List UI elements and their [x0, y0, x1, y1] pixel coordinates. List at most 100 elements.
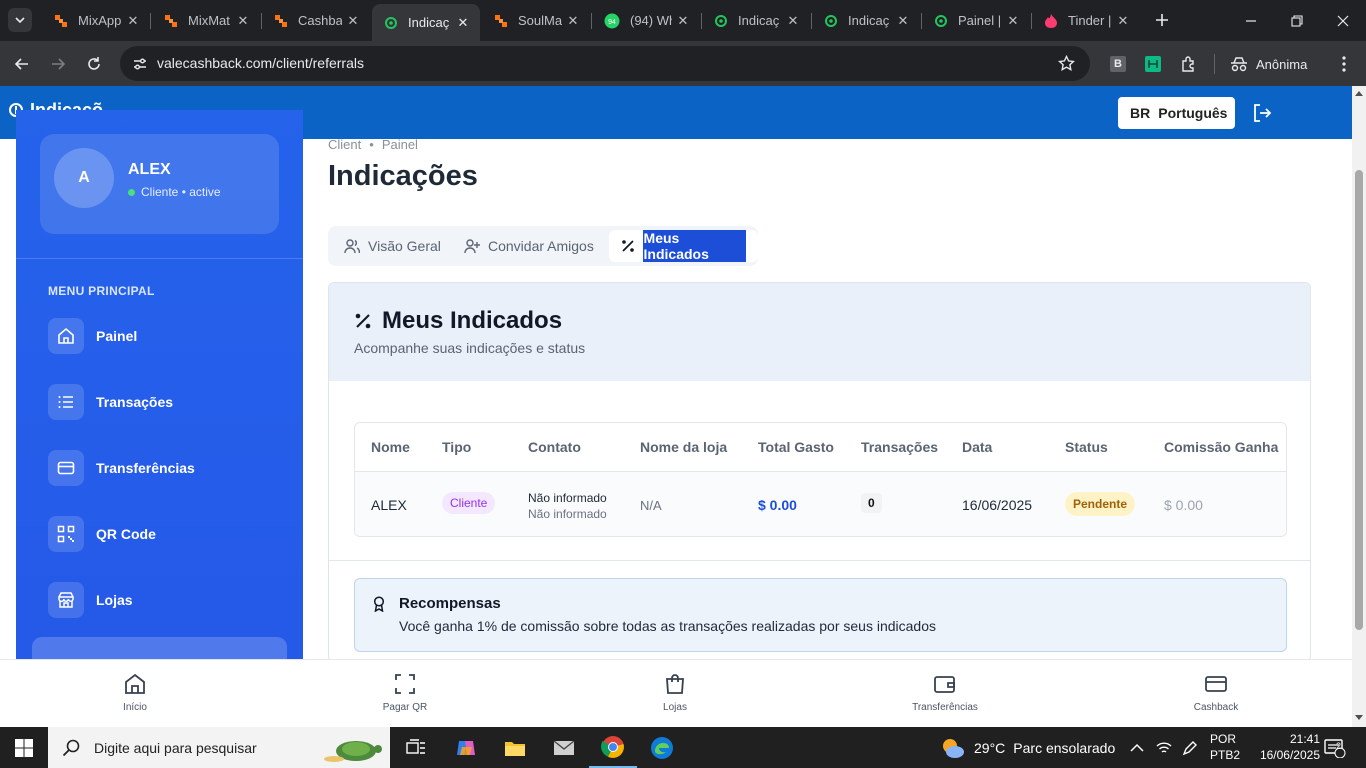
- mail-button[interactable]: [540, 727, 588, 768]
- tab-close-icon[interactable]: ✕: [452, 15, 474, 31]
- scrollbar-thumb[interactable]: [1355, 170, 1363, 630]
- tray-chevron-button[interactable]: [1130, 727, 1144, 768]
- sidebar-item-transacoes[interactable]: Transações: [48, 382, 288, 422]
- tab-title: Indicaç: [848, 13, 890, 28]
- tab-close-icon[interactable]: ✕: [122, 13, 144, 29]
- browser-menu-button[interactable]: [1332, 52, 1356, 76]
- task-view-button[interactable]: [392, 727, 440, 768]
- sidebar: A ALEX Cliente • active MENU PRINCIPAL P…: [16, 110, 303, 659]
- page-title: Indicações: [328, 160, 478, 192]
- rewards-text: Você ganha 1% de comissão sobre todas as…: [399, 618, 936, 634]
- whatsapp-badge: 94: [608, 19, 616, 26]
- page-scrollbar[interactable]: [1352, 86, 1366, 727]
- back-button[interactable]: [10, 52, 34, 76]
- sidebar-item-transferencias[interactable]: Transferências: [48, 448, 288, 488]
- edge-button[interactable]: [638, 727, 686, 768]
- extension-green-button[interactable]: [1141, 52, 1165, 76]
- reload-button[interactable]: [82, 52, 106, 76]
- restore-button[interactable]: [1274, 0, 1320, 41]
- folder-icon: [505, 741, 525, 756]
- browser-tab-2[interactable]: Cashba ✕: [262, 6, 370, 35]
- tab-meus-indicados[interactable]: Meus Indicados: [609, 230, 758, 262]
- pen-button[interactable]: [1182, 727, 1198, 768]
- browser-tab-7[interactable]: Indicaç ✕: [812, 6, 920, 35]
- tab-visao-geral[interactable]: Visão Geral: [332, 230, 453, 262]
- weather-widget[interactable]: 29°C Parc ensolarado: [940, 727, 1115, 768]
- globe-green-icon: [384, 16, 398, 30]
- tab-search-button[interactable]: [8, 8, 32, 32]
- sidebar-item-lojas[interactable]: Lojas: [48, 580, 288, 620]
- breadcrumb: Client • Painel: [328, 137, 418, 152]
- bottom-nav-label: Transferências: [912, 702, 978, 713]
- tab-close-icon[interactable]: ✕: [782, 13, 804, 29]
- bottom-nav-inicio[interactable]: Início: [85, 672, 185, 713]
- tab-title: Indicaç: [738, 13, 780, 28]
- tab-close-icon[interactable]: ✕: [1002, 13, 1024, 29]
- tab-close-icon[interactable]: ✕: [232, 13, 254, 29]
- mixapp-icon: [164, 14, 178, 28]
- file-explorer-button[interactable]: [491, 727, 539, 768]
- browser-tab-1[interactable]: MixMat ✕: [152, 6, 260, 35]
- status-badge: Pendente: [1065, 492, 1136, 516]
- scroll-down-icon[interactable]: [1355, 715, 1363, 721]
- taskbar-search[interactable]: Digite aqui para pesquisar: [48, 727, 390, 768]
- breadcrumb-painel[interactable]: Painel: [382, 137, 418, 152]
- extensions-button[interactable]: [1177, 52, 1201, 76]
- sidebar-item-qr-code[interactable]: QR Code: [48, 514, 288, 554]
- browser-tab-4[interactable]: SoulMa ✕: [482, 6, 590, 35]
- network-button[interactable]: [1156, 727, 1172, 768]
- tab-convidar-amigos[interactable]: Convidar Amigos: [452, 230, 606, 262]
- bottom-nav-pagar-qr[interactable]: Pagar QR: [355, 672, 455, 713]
- bookmark-star-icon[interactable]: [1058, 55, 1075, 72]
- browser-tab-8[interactable]: Painel | ✕: [922, 6, 1030, 35]
- mixapp-icon: [494, 14, 508, 28]
- browser-tab-0[interactable]: MixApp ✕: [42, 6, 150, 35]
- start-button[interactable]: [0, 727, 48, 768]
- arrow-right-icon: [52, 58, 66, 70]
- forward-button[interactable]: [46, 52, 70, 76]
- tab-close-icon[interactable]: ✕: [342, 13, 364, 29]
- notifications-button[interactable]: 2: [1324, 727, 1346, 768]
- sidebar-item-painel[interactable]: Painel: [48, 316, 288, 356]
- sidebar-item-active-highlight[interactable]: [32, 637, 287, 659]
- tab-close-icon[interactable]: ✕: [1112, 13, 1134, 29]
- bottom-nav-cashback[interactable]: Cashback: [1166, 672, 1266, 713]
- site-info-icon[interactable]: [132, 56, 148, 72]
- address-bar[interactable]: valecashback.com/client/referrals: [120, 46, 1090, 81]
- windows-taskbar: Digite aqui para pesquisar 29°C Parc ens…: [0, 727, 1366, 768]
- language-button[interactable]: BR Português: [1118, 97, 1235, 129]
- taskbar-clock[interactable]: 21:41 16/06/2025: [1240, 731, 1320, 763]
- scroll-up-icon[interactable]: [1355, 90, 1363, 96]
- notification-count: 2: [1336, 741, 1342, 751]
- tab-close-icon[interactable]: ✕: [892, 13, 914, 29]
- user-profile-card[interactable]: A ALEX Cliente • active: [40, 134, 279, 234]
- bottom-nav-lojas[interactable]: Lojas: [625, 672, 725, 713]
- browser-tab-3-active[interactable]: Indicaç ✕: [372, 4, 480, 41]
- browser-tab-9[interactable]: Tinder | ✕: [1032, 6, 1140, 35]
- wifi-icon: [1156, 741, 1172, 753]
- browser-tab-6[interactable]: Indicaç ✕: [702, 6, 810, 35]
- browser-tab-5[interactable]: 94 (94) Wh ✕: [592, 6, 700, 35]
- col-transacoes: Transações: [861, 439, 939, 455]
- new-tab-button[interactable]: [1150, 8, 1174, 32]
- cell-loja: N/A: [640, 498, 662, 513]
- logout-icon[interactable]: [1252, 103, 1272, 123]
- breadcrumb-client[interactable]: Client: [328, 137, 361, 152]
- clock-time: 21:41: [1289, 732, 1320, 746]
- mixapp-icon: [54, 14, 68, 28]
- chrome-button[interactable]: [589, 727, 637, 768]
- extension-b-label: B: [1110, 56, 1126, 72]
- input-language[interactable]: POR PTB2: [1210, 731, 1240, 763]
- bottom-nav-transferencias[interactable]: Transferências: [895, 672, 995, 713]
- minimize-button[interactable]: [1228, 0, 1274, 41]
- copilot-button[interactable]: [442, 727, 490, 768]
- bag-icon: [666, 674, 684, 694]
- close-window-button[interactable]: [1320, 0, 1366, 41]
- tab-close-icon[interactable]: ✕: [672, 13, 694, 29]
- tab-title: MixMat: [188, 13, 230, 28]
- incognito-indicator[interactable]: Anônima: [1230, 49, 1307, 79]
- tipo-badge: Cliente: [442, 492, 496, 514]
- sidebar-item-label: Transferências: [96, 460, 195, 476]
- tab-close-icon[interactable]: ✕: [562, 13, 584, 29]
- extension-b-button[interactable]: B: [1106, 52, 1130, 76]
